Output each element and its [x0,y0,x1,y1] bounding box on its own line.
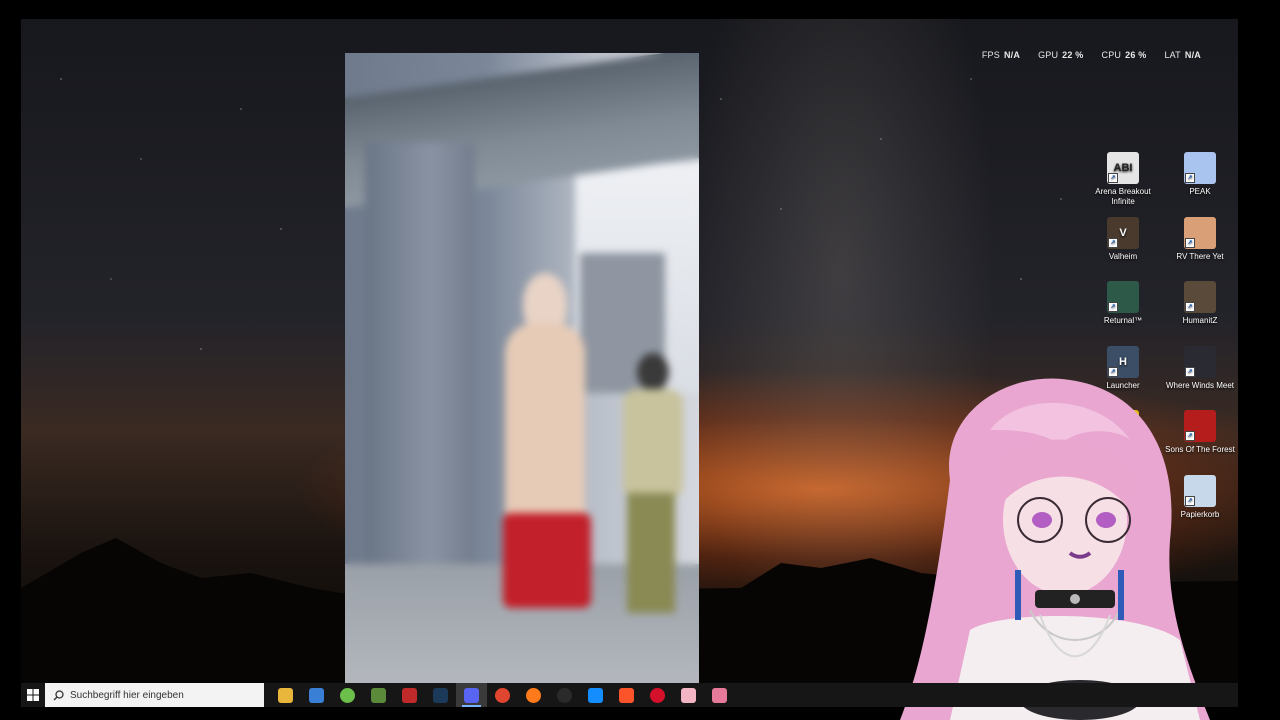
taskbar-app-app-bar[interactable] [704,683,735,707]
search-input[interactable] [70,689,250,701]
app-pink-icon [681,687,696,703]
taskbar-pinned-apps [270,683,735,707]
lat-value: N/A [1184,50,1201,60]
desktop-icon-label: Arena Breakout Infinite [1095,187,1151,206]
desktop-icon-returnal[interactable]: ↗ Returnal™ [1087,281,1159,326]
taskbar-app-android[interactable] [332,683,363,707]
game-app-icon [402,687,417,703]
taskbar-app-game-app[interactable] [394,683,425,707]
taskbar-app-file-explorer[interactable] [270,683,301,707]
desktop-icon-rv-there-yet[interactable]: ↗ RV There Yet [1164,216,1236,262]
taskbar-app-discord[interactable] [456,683,487,707]
taskbar-app-battlenet[interactable] [580,683,611,707]
chrome-icon [495,687,510,703]
opera-icon [650,687,665,703]
gpu-label: GPU [1038,50,1059,60]
icon-badge: V [1119,226,1127,239]
gpu-value: 22 % [1062,50,1084,60]
taskbar-app-store[interactable] [301,683,332,707]
taskbar-app-app-pink[interactable] [673,683,704,707]
discord-icon [464,687,479,703]
battlenet-icon [588,687,603,703]
gpu-readout: GPU 22 % [1038,50,1083,62]
humanitz-icon: ↗ [1184,281,1216,313]
fps-label: FPS [981,50,1000,60]
performance-overlay: FPS N/A GPU 22 % CPU 26 % LAT N/A [982,50,1201,62]
fps-value: N/A [1003,50,1021,60]
desktop-icon-label: HumanitZ [1182,316,1218,325]
taskbar-search[interactable] [45,683,264,707]
android-icon [340,687,355,703]
video-motion-blur [345,53,699,683]
taskbar-app-minecraft[interactable] [363,683,394,707]
shortcut-arrow-icon: ↗ [1185,302,1195,312]
app-bar-icon [712,687,727,703]
store-icon [309,687,324,703]
lat-label: LAT [1164,50,1181,60]
desktop-icon-arena-breakout[interactable]: ABI ↗ Arena Breakout Infinite [1087,152,1159,207]
icon-badge: H [1119,355,1127,368]
cpu-label: CPU [1101,50,1122,60]
rv-there-yet-icon: ↗ [1184,216,1216,249]
search-icon [53,689,64,700]
shortcut-arrow-icon: ↗ [1108,302,1118,312]
shortcut-arrow-icon: ↗ [1185,173,1195,183]
peak-icon: ↗ [1184,152,1216,184]
taskbar-app-firefox[interactable] [518,683,549,707]
video-player[interactable] [345,53,699,683]
arena-breakout-icon: ABI ↗ [1107,152,1139,184]
start-button[interactable] [21,683,45,707]
taskbar-app-opera[interactable] [642,683,673,707]
vtuber-avatar [900,378,1210,720]
returnal-icon: ↗ [1107,281,1139,313]
taskbar [21,683,1238,707]
desktop-icon-peak[interactable]: ↗ PEAK [1164,152,1236,197]
minecraft-icon [371,687,386,703]
firefox-icon [526,687,541,703]
file-explorer-icon [278,687,293,703]
fps-readout: FPS N/A [982,50,1020,62]
shortcut-arrow-icon: ↗ [1108,173,1118,183]
desktop-icon-humanitz[interactable]: ↗ HumanitZ [1164,281,1236,326]
desktop-icon-valheim[interactable]: V ↗ Valheim [1087,216,1159,262]
shortcut-arrow-icon: ↗ [1185,237,1195,248]
desktop-icon-label: RV There Yet [1176,251,1224,261]
desktop-icon-label: Valheim [1108,251,1138,261]
icon-badge: ABI [1113,162,1133,174]
latency-readout: LAT N/A [1164,50,1201,62]
desktop-icon-label: PEAK [1189,187,1211,196]
desktop-icon-label: Returnal™ [1103,316,1143,325]
cpu-readout: CPU 26 % [1102,50,1147,62]
taskbar-app-obs[interactable] [549,683,580,707]
taskbar-app-brave[interactable] [611,683,642,707]
brave-icon [619,687,634,703]
obs-icon [557,687,572,703]
steam-icon [433,687,448,703]
taskbar-app-chrome[interactable] [487,683,518,707]
valheim-icon: V ↗ [1107,216,1139,249]
taskbar-app-steam[interactable] [425,683,456,707]
cpu-value: 26 % [1125,50,1147,60]
shortcut-arrow-icon: ↗ [1108,237,1118,248]
windows-logo-icon [27,689,39,701]
